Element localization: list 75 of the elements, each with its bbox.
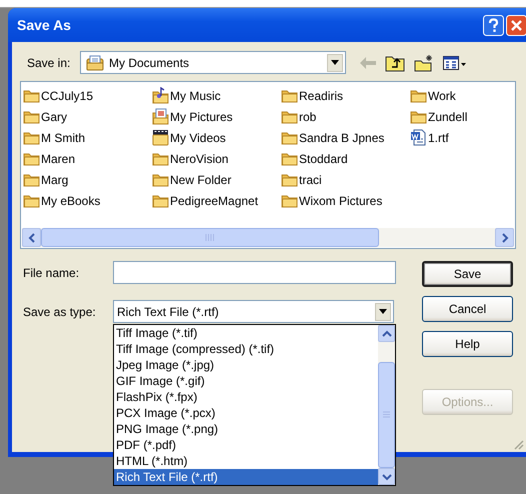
folder-icon <box>23 109 40 124</box>
resize-grip-icon[interactable] <box>512 438 524 450</box>
folder-icon <box>152 172 169 187</box>
file-item[interactable]: Gary <box>23 106 152 127</box>
file-item[interactable]: Marg <box>23 169 152 190</box>
music-folder-icon <box>152 87 169 104</box>
file-item[interactable]: rob <box>281 106 410 127</box>
file-name-field[interactable] <box>113 261 396 284</box>
folder-icon <box>281 130 298 145</box>
folder-icon <box>152 193 169 208</box>
vertical-scrollbar[interactable] <box>378 325 395 485</box>
save-as-type-label: Save as type: <box>23 304 97 318</box>
folder-icon <box>281 193 298 208</box>
save-in-label: Save in: <box>27 56 72 70</box>
file-item[interactable]: My eBooks <box>23 190 152 211</box>
view-menu-icon[interactable] <box>443 54 467 70</box>
folder-icon <box>23 172 40 187</box>
caret-icon[interactable] <box>331 60 339 65</box>
file-type-option[interactable]: FlashPix (*.fpx) <box>114 389 378 405</box>
file-item[interactable]: PedigreeMagnet <box>152 190 281 211</box>
file-item[interactable]: My Pictures <box>152 106 281 127</box>
dialog-button[interactable]: Cancel <box>422 296 513 322</box>
folder-icon <box>23 193 40 208</box>
file-type-option[interactable]: HTML (*.htm) <box>114 453 378 469</box>
folder-icon <box>281 151 298 166</box>
close-icon[interactable] <box>506 14 526 36</box>
file-item[interactable]: 1.rtf <box>410 127 526 148</box>
file-item[interactable]: Maren <box>23 148 152 169</box>
file-item[interactable]: My Music <box>152 85 281 106</box>
pictures-folder-icon <box>152 108 169 125</box>
caret-icon[interactable] <box>379 309 387 314</box>
file-item[interactable]: Zundell <box>410 106 526 127</box>
file-item[interactable]: New Folder <box>152 169 281 190</box>
file-item[interactable]: Stoddard <box>281 148 410 169</box>
up-folder-icon[interactable] <box>385 54 405 72</box>
grip-icon <box>383 411 390 419</box>
file-type-option[interactable]: Tiff Image (compressed) (*.tif) <box>114 341 378 357</box>
folder-icon <box>23 151 40 166</box>
dialog-button[interactable]: Save <box>422 261 513 287</box>
file-name-label: File name: <box>23 266 80 280</box>
horizontal-scrollbar[interactable] <box>22 228 514 247</box>
folder-icon <box>281 88 298 103</box>
file-item[interactable]: Sandra B Jpnes <box>281 127 410 148</box>
documents-folder-icon <box>86 54 104 70</box>
save-as-type-dropdown[interactable]: Rich Text File (*.rtf) <box>113 300 394 323</box>
file-item[interactable]: Work <box>410 85 526 106</box>
new-folder-icon[interactable] <box>414 54 434 72</box>
folder-icon <box>410 88 427 103</box>
videos-folder-icon <box>152 129 169 146</box>
document-icon <box>410 129 427 146</box>
file-item[interactable]: Wixom Pictures <box>281 190 410 211</box>
dialog-button[interactable]: Help <box>422 331 513 357</box>
file-item[interactable]: M Smith <box>23 127 152 148</box>
folder-icon <box>23 88 40 103</box>
folder-icon <box>152 151 169 166</box>
grip-icon <box>205 234 215 241</box>
folder-icon <box>281 172 298 187</box>
file-type-option[interactable]: Tiff Image (*.tif) <box>114 325 378 341</box>
file-type-option[interactable]: PCX Image (*.pcx) <box>114 405 378 421</box>
window-title: Save As <box>17 17 71 33</box>
file-item[interactable]: My Videos <box>152 127 281 148</box>
file-item[interactable]: traci <box>281 169 410 190</box>
file-type-option[interactable]: PDF (*.pdf) <box>114 437 378 453</box>
help-icon[interactable] <box>483 14 504 36</box>
folder-icon <box>410 109 427 124</box>
file-type-option[interactable]: Jpeg Image (*.jpg) <box>114 357 378 373</box>
folder-icon <box>23 130 40 145</box>
save-in-dropdown[interactable]: My Documents <box>80 51 346 74</box>
folder-icon <box>281 109 298 124</box>
file-type-option[interactable]: Rich Text File (*.rtf) <box>114 469 378 485</box>
file-type-option[interactable]: PNG Image (*.png) <box>114 421 378 437</box>
file-item[interactable]: NeroVision <box>152 148 281 169</box>
file-item[interactable]: Readiris <box>281 85 410 106</box>
file-item[interactable]: CCJuly15 <box>23 85 152 106</box>
file-type-option[interactable]: GIF Image (*.gif) <box>114 373 378 389</box>
